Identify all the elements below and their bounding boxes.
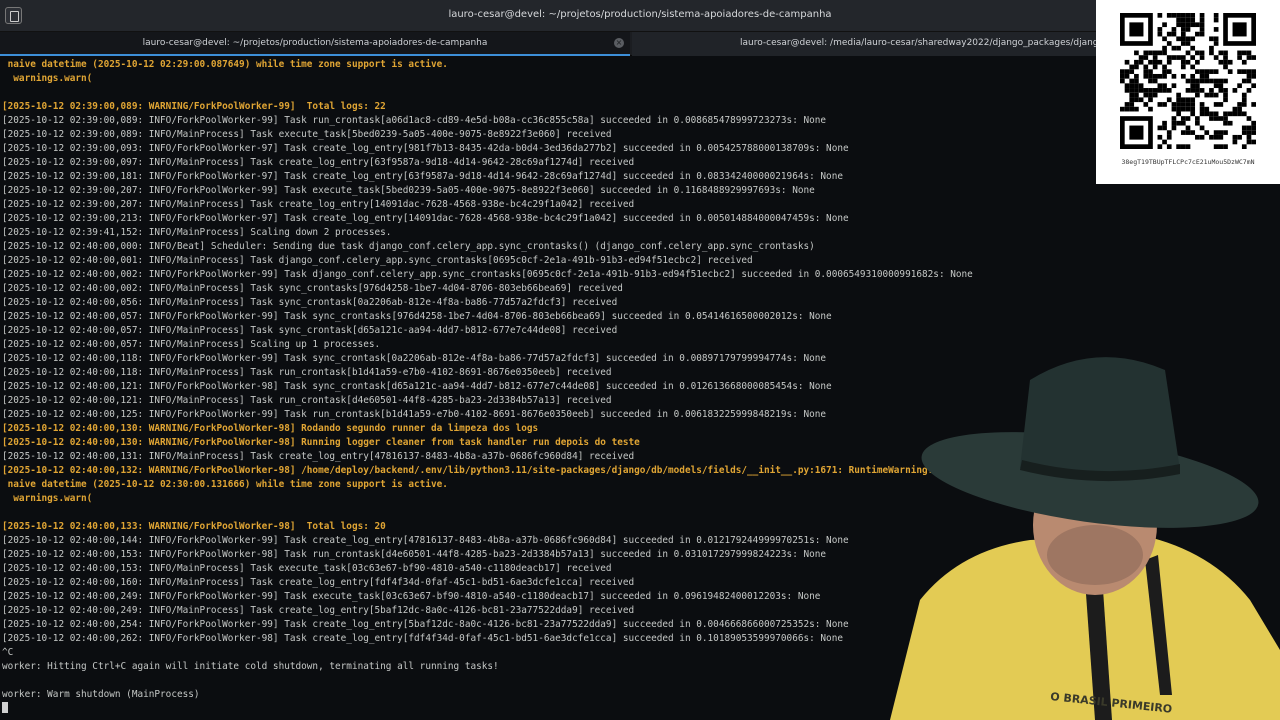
terminal-line: [2025-10-12 02:40:00,002: INFO/MainProce… (2, 283, 623, 294)
terminal-line: naive datetime (2025-10-12 02:29:00.0876… (2, 59, 448, 70)
terminal-line: [2025-10-12 02:40:00,002: INFO/ForkPoolW… (2, 269, 973, 280)
terminal-line: [2025-10-12 02:39:00,089: INFO/MainProce… (2, 129, 612, 140)
qr-code-overlay: 38egT19TBUpTFLCPc7cE21uMou5DzWC7mN (1096, 0, 1280, 184)
terminal-line: [2025-10-12 02:39:00,207: INFO/ForkPoolW… (2, 185, 815, 196)
terminal-line: warnings.warn( (2, 73, 93, 84)
terminal-line: [2025-10-12 02:39:41,152: INFO/MainProce… (2, 227, 392, 238)
terminal-line: [2025-10-12 02:39:00,089: WARNING/ForkPo… (2, 101, 386, 112)
terminal-line: [2025-10-12 02:39:00,181: INFO/ForkPoolW… (2, 171, 843, 182)
terminal-line: [2025-10-12 02:40:00,056: INFO/MainProce… (2, 297, 618, 308)
webcam-overlay: O BRASIL PRIMEIRO (890, 357, 1280, 720)
terminal-line: [2025-10-12 02:40:00,000: INFO/Beat] Sch… (2, 241, 815, 252)
window-titlebar: lauro-cesar@devel: ~/projetos/production… (0, 0, 1280, 32)
terminal-app-icon[interactable] (5, 7, 22, 24)
terminal-line: [2025-10-12 02:40:00,001: INFO/MainProce… (2, 255, 753, 266)
tab-sistema-apoiadores[interactable]: lauro-cesar@devel: ~/projetos/production… (0, 32, 630, 56)
tab-label: lauro-cesar@devel: /media/lauro-cesar/sh… (740, 38, 1133, 48)
qr-caption: 38egT19TBUpTFLCPc7cE21uMou5DzWC7mN (1121, 158, 1255, 166)
text-cursor (2, 702, 8, 713)
close-icon[interactable]: × (614, 38, 624, 48)
terminal-line: [2025-10-12 02:39:00,093: INFO/ForkPoolW… (2, 143, 849, 154)
terminal-line: [2025-10-12 02:40:00,057: INFO/MainProce… (2, 325, 618, 336)
terminal-line: [2025-10-12 02:39:00,213: INFO/ForkPoolW… (2, 213, 849, 224)
window-title: lauro-cesar@devel: ~/projetos/production… (448, 9, 832, 20)
qr-code-icon (1120, 13, 1256, 149)
hat-crown (1020, 357, 1180, 480)
terminal-line: [2025-10-12 02:40:00,057: INFO/ForkPoolW… (2, 311, 832, 322)
tab-bar: lauro-cesar@devel: ~/projetos/production… (0, 32, 1280, 56)
terminal-line: [2025-10-12 02:39:00,097: INFO/MainProce… (2, 157, 635, 168)
terminal-line: [2025-10-12 02:39:00,207: INFO/MainProce… (2, 199, 635, 210)
tab-label: lauro-cesar@devel: ~/projetos/production… (142, 38, 488, 48)
terminal-line: [2025-10-12 02:39:00,089: INFO/ForkPoolW… (2, 115, 827, 126)
